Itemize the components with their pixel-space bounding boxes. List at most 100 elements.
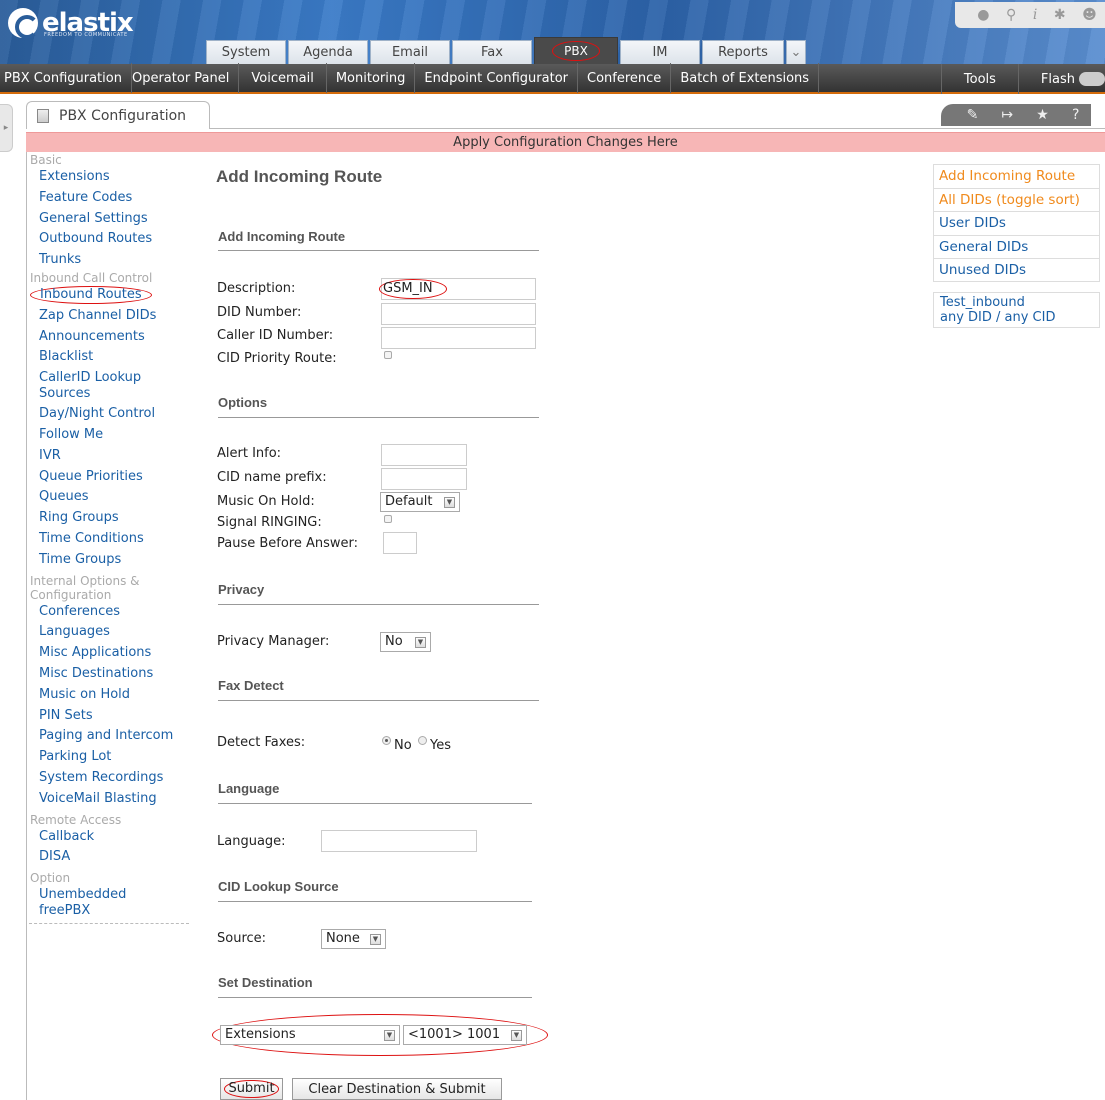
flash-toggle-icon[interactable] [1079, 72, 1105, 86]
unused-dids-link[interactable]: Unused DIDs [933, 258, 1100, 282]
sidebar-item-parking-lot[interactable]: Parking Lot [29, 747, 192, 768]
destination-target-select[interactable]: <1001> 1001 ▼ [403, 1025, 527, 1045]
sidebar-item-follow-me[interactable]: Follow Me [29, 425, 192, 446]
apply-config-bar[interactable]: Apply Configuration Changes Here [26, 132, 1105, 152]
sidebar-item-time-groups[interactable]: Time Groups [29, 550, 192, 571]
sidebar-item-queues[interactable]: Queues [29, 487, 192, 508]
sidebar-item-queue-priorities[interactable]: Queue Priorities [29, 467, 192, 488]
menu-pbx-configuration[interactable]: PBX Configuration [0, 63, 132, 93]
tab-reports[interactable]: Reports [702, 40, 784, 64]
help-icon[interactable]: ? [1072, 107, 1079, 123]
sidebar-item-languages[interactable]: Languages [29, 622, 192, 643]
language-label: Language: [217, 834, 286, 849]
menu-conference[interactable]: Conference [578, 63, 672, 93]
submit-button-label: Submit [224, 1080, 279, 1098]
add-incoming-route-link[interactable]: Add Incoming Route [933, 164, 1100, 188]
sidebar-item-zap-channel-dids[interactable]: Zap Channel DIDs [29, 306, 192, 327]
drop-icon[interactable]: ● [977, 7, 989, 23]
edit-icon[interactable]: ✎ [967, 107, 979, 123]
detect-faxes-no-radio[interactable] [382, 736, 391, 745]
collapse-icon[interactable]: ↦ [1001, 107, 1013, 123]
sidebar-item-callerid-lookup-sources[interactable]: CallerID Lookup Sources [29, 368, 179, 404]
pause-before-answer-field[interactable] [383, 532, 417, 554]
music-on-hold-select[interactable]: Default ▼ [380, 492, 460, 512]
privacy-manager-select[interactable]: No ▼ [380, 632, 431, 652]
submit-button[interactable]: Submit [220, 1078, 283, 1100]
tab-im[interactable]: IM [620, 40, 700, 64]
sidebar-item-paging-intercom[interactable]: Paging and Intercom [29, 726, 192, 747]
language-field[interactable] [321, 830, 477, 852]
addons-icon[interactable]: ✱ [1054, 7, 1066, 23]
module-tab-pbx-configuration[interactable]: PBX Configuration [26, 101, 210, 129]
sidebar-item-pin-sets[interactable]: PIN Sets [29, 706, 192, 727]
sidebar-item-general-settings[interactable]: General Settings [29, 209, 192, 230]
destination-type-select[interactable]: Extensions ▼ [220, 1025, 400, 1045]
description-field[interactable]: GSM_IN [379, 278, 536, 300]
info-icon[interactable]: i [1033, 7, 1037, 23]
detect-faxes-yes-radio[interactable] [418, 736, 427, 745]
tab-email[interactable]: Email [370, 40, 450, 64]
cid-name-prefix-field[interactable] [381, 468, 467, 490]
sidebar-collapse-handle[interactable]: ▸ [0, 104, 13, 152]
signal-ringing-checkbox[interactable] [384, 515, 392, 523]
sidebar-item-misc-destinations[interactable]: Misc Destinations [29, 664, 192, 685]
sidebar-item-day-night-control[interactable]: Day/Night Control [29, 404, 192, 425]
sidebar-item-disa[interactable]: DISA [29, 847, 192, 868]
signal-ringing-label: Signal RINGING: [217, 515, 322, 530]
sidebar-item-inbound-routes[interactable]: Inbound Routes [29, 285, 192, 306]
user-icon[interactable]: ☻ [1082, 7, 1097, 23]
elastix-logo[interactable]: elastix FREEDOM TO COMMUNICATE [8, 6, 134, 40]
user-dids-link[interactable]: User DIDs [933, 211, 1100, 235]
alert-info-field[interactable] [381, 444, 467, 466]
sidebar-item-voicemail-blasting[interactable]: VoiceMail Blasting [29, 789, 192, 810]
sidebar-bottom-divider [29, 923, 189, 925]
sidebar-item-trunks[interactable]: Trunks [29, 250, 192, 271]
search-icon[interactable]: ⚲ [1006, 7, 1016, 23]
route-test-inbound-link[interactable]: Test_inbound any DID / any CID [933, 291, 1100, 328]
tab-system[interactable]: System [206, 40, 286, 64]
sidebar-item-music-on-hold[interactable]: Music on Hold [29, 685, 192, 706]
privacy-manager-label: Privacy Manager: [217, 634, 330, 649]
sidebar-item-announcements[interactable]: Announcements [29, 327, 192, 348]
sidebar-item-time-conditions[interactable]: Time Conditions [29, 529, 192, 550]
sidebar-item-extensions[interactable]: Extensions [29, 167, 192, 188]
menu-operator-panel[interactable]: Operator Panel [123, 63, 240, 93]
chevron-down-icon: ▼ [370, 933, 381, 945]
sidebar-item-blacklist[interactable]: Blacklist [29, 347, 192, 368]
sidebar-item-outbound-routes[interactable]: Outbound Routes [29, 229, 192, 250]
chevron-down-icon: ▼ [444, 496, 455, 508]
sidebar-item-inbound-routes-label: Inbound Routes [30, 285, 152, 304]
sidebar-item-ring-groups[interactable]: Ring Groups [29, 508, 192, 529]
sidebar-item-callback[interactable]: Callback [29, 827, 192, 848]
menu-batch-of-extensions[interactable]: Batch of Extensions [671, 63, 820, 93]
top-tabs: System Agenda Email Fax PBX IM Reports ⌄ [206, 37, 808, 64]
general-dids-link[interactable]: General DIDs [933, 234, 1100, 258]
sidebar-item-misc-applications[interactable]: Misc Applications [29, 643, 192, 664]
tab-pbx[interactable]: PBX [534, 37, 618, 64]
sidebar-item-system-recordings[interactable]: System Recordings [29, 768, 192, 789]
destination-target-value: <1001> 1001 [408, 1027, 501, 1042]
cid-priority-route-checkbox[interactable] [384, 351, 392, 359]
caller-id-number-field[interactable] [381, 327, 536, 349]
section-options: Options [218, 395, 268, 410]
header-toolbar: ● ⚲ i ✱ ☻ [955, 2, 1105, 28]
sidebar-item-unembedded-freepbx[interactable]: Unembedded freePBX [29, 885, 139, 921]
menu-endpoint-configurator[interactable]: Endpoint Configurator [415, 63, 579, 93]
menu-tools[interactable]: Tools [940, 64, 1018, 94]
star-icon[interactable]: ★ [1036, 107, 1049, 123]
menu-monitoring[interactable]: Monitoring [327, 63, 416, 93]
logo-mark-icon [8, 8, 39, 39]
sidebar-item-feature-codes[interactable]: Feature Codes [29, 188, 192, 209]
source-select[interactable]: None ▼ [321, 929, 386, 949]
more-tabs-chevron-icon[interactable]: ⌄ [786, 40, 806, 64]
all-dids-toggle-link[interactable]: All DIDs (toggle sort) [933, 187, 1100, 211]
sidebar-item-conferences[interactable]: Conferences [29, 602, 192, 623]
menu-voicemail[interactable]: Voicemail [239, 63, 327, 93]
tab-fax[interactable]: Fax [452, 40, 532, 64]
menu-flash[interactable]: Flash [1017, 64, 1105, 94]
did-number-field[interactable] [381, 303, 536, 325]
tab-agenda[interactable]: Agenda [288, 40, 368, 64]
section-divider [218, 997, 532, 998]
clear-destination-submit-button[interactable]: Clear Destination & Submit [292, 1078, 502, 1100]
sidebar-item-ivr[interactable]: IVR [29, 446, 192, 467]
